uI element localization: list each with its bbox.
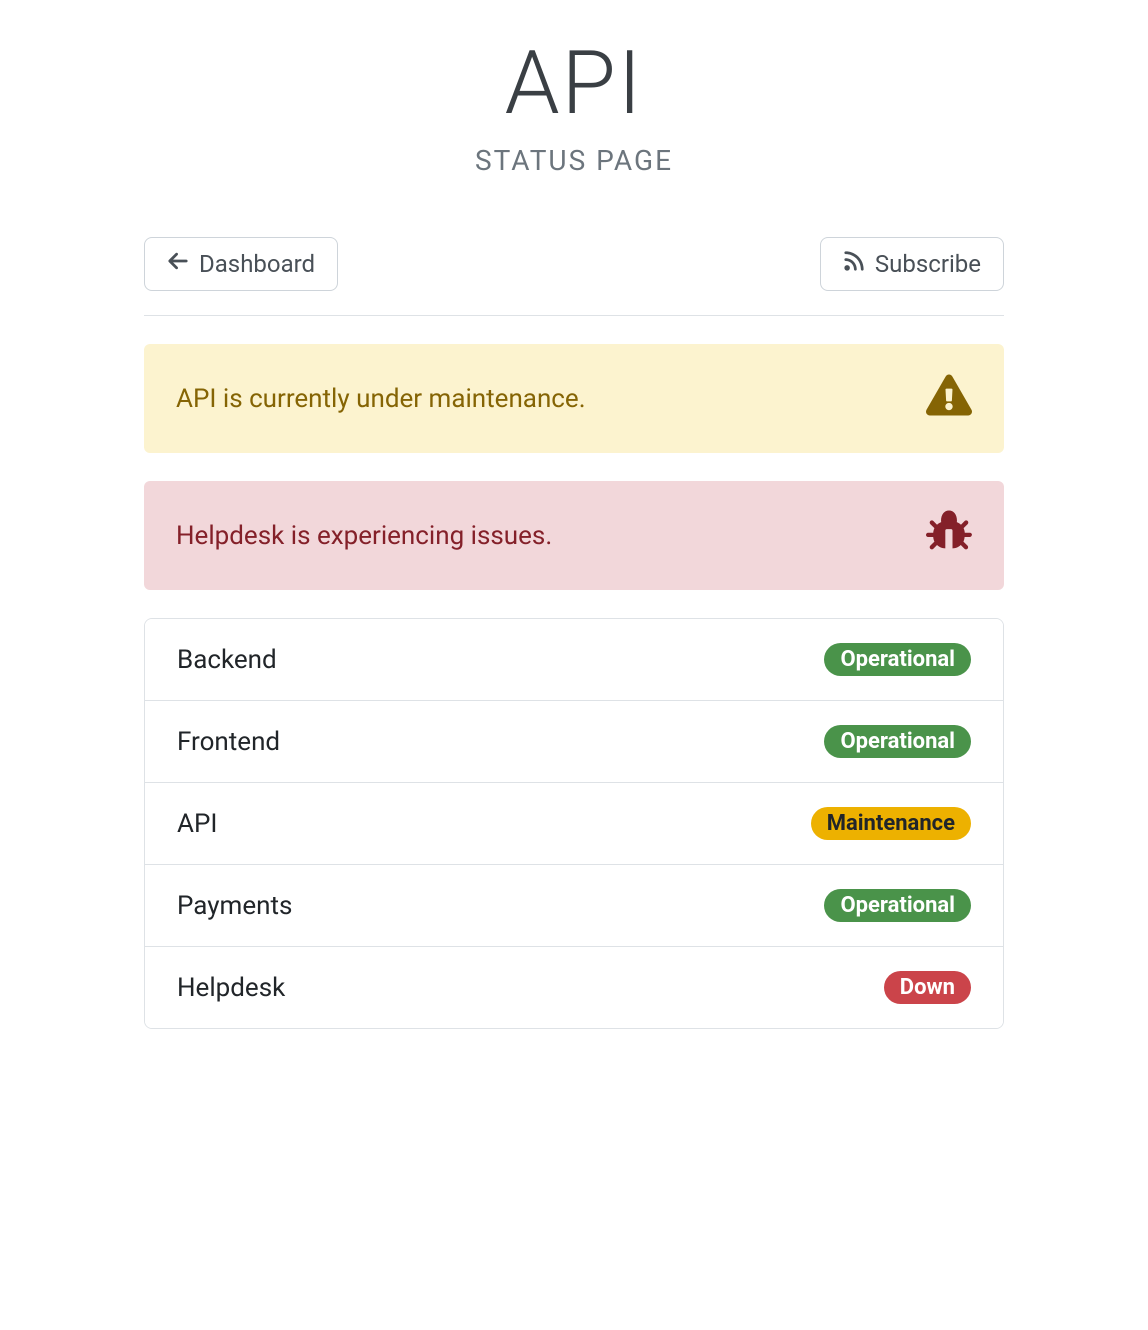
status-badge: Operational: [824, 643, 971, 676]
rss-icon: [843, 250, 865, 278]
component-row-payments: Payments Operational: [145, 865, 1003, 947]
components-list: Backend Operational Frontend Operational…: [144, 618, 1004, 1029]
component-row-api: API Maintenance: [145, 783, 1003, 865]
action-bar: Dashboard Subscribe: [144, 237, 1004, 291]
component-name: Payments: [177, 891, 292, 921]
alert-message: API is currently under maintenance.: [176, 384, 586, 414]
component-name: Backend: [177, 645, 277, 675]
status-badge: Down: [884, 971, 971, 1004]
page-title: API: [144, 40, 1004, 128]
subscribe-button-label: Subscribe: [875, 250, 981, 278]
dashboard-button[interactable]: Dashboard: [144, 237, 338, 291]
component-name: Helpdesk: [177, 973, 285, 1003]
subscribe-button[interactable]: Subscribe: [820, 237, 1004, 291]
component-row-backend: Backend Operational: [145, 619, 1003, 701]
status-badge: Maintenance: [811, 807, 971, 840]
alert-maintenance: API is currently under maintenance.: [144, 344, 1004, 453]
component-name: API: [177, 809, 217, 839]
status-badge: Operational: [824, 725, 971, 758]
warning-triangle-icon: [926, 372, 972, 425]
page-header: API STATUS PAGE: [144, 40, 1004, 177]
component-row-frontend: Frontend Operational: [145, 701, 1003, 783]
page-subtitle: STATUS PAGE: [144, 144, 1004, 177]
arrow-left-icon: [167, 250, 189, 278]
divider: [144, 315, 1004, 316]
alert-message: Helpdesk is experiencing issues.: [176, 521, 552, 551]
status-badge: Operational: [824, 889, 971, 922]
bug-icon: [926, 509, 972, 562]
alert-issue: Helpdesk is experiencing issues.: [144, 481, 1004, 590]
component-name: Frontend: [177, 727, 280, 757]
component-row-helpdesk: Helpdesk Down: [145, 947, 1003, 1028]
dashboard-button-label: Dashboard: [199, 250, 315, 278]
